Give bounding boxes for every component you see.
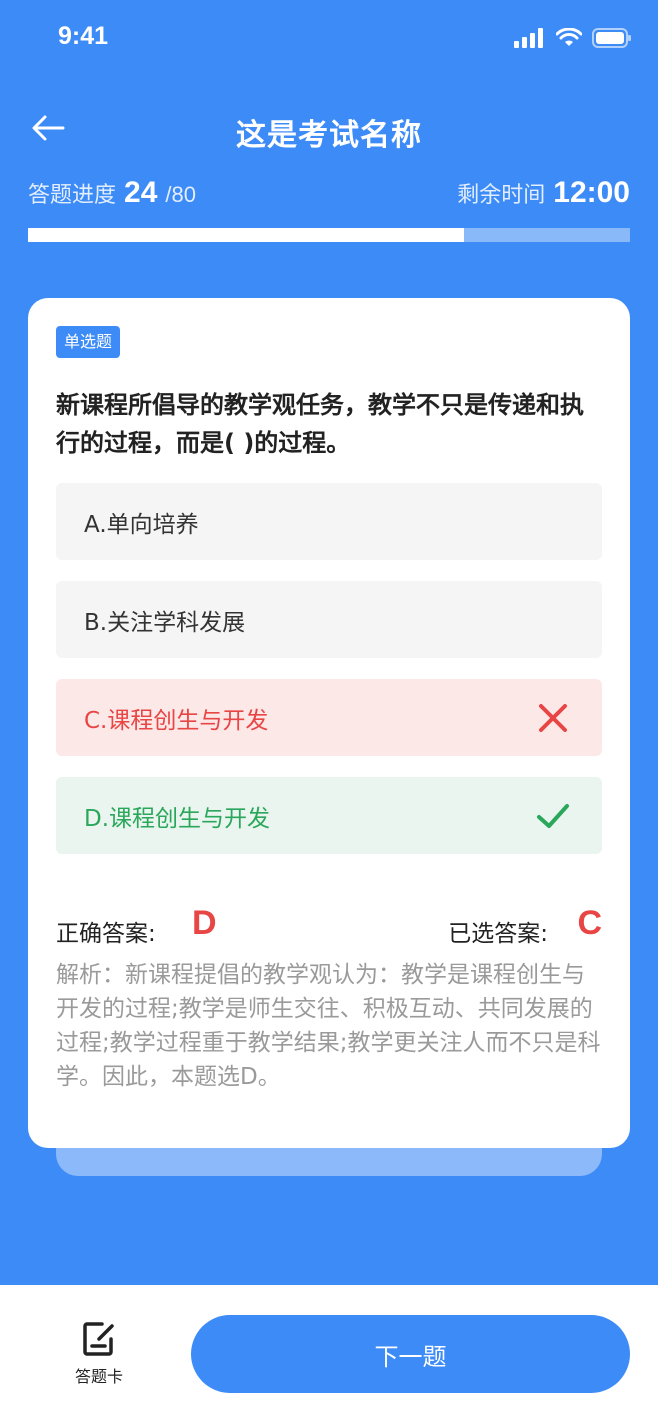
answer-card-button[interactable]: 答题卡 xyxy=(60,1321,138,1391)
option-b[interactable]: B.关注学科发展 xyxy=(56,581,602,658)
correct-answer-label: 正确答案: xyxy=(56,921,156,947)
check-icon xyxy=(537,804,569,828)
option-a[interactable]: A.单向培养 xyxy=(56,483,602,560)
progress-total: /80 xyxy=(165,182,196,207)
progress-bar-fill xyxy=(28,228,465,242)
option-c[interactable]: C.课程创生与开发 xyxy=(56,679,602,756)
answer-card-label: 答题卡 xyxy=(74,1367,123,1386)
status-icons xyxy=(514,28,632,48)
option-label: A.单向培养 xyxy=(84,511,199,538)
close-icon xyxy=(539,704,567,732)
question-type-badge: 单选题 xyxy=(56,326,121,358)
status-time: 9:41 xyxy=(58,22,109,50)
selected-answer-label: 已选答案: xyxy=(448,921,548,947)
edit-card-icon xyxy=(83,1322,114,1356)
correct-answer-value: D xyxy=(192,904,217,942)
analysis-text: 解析：新课程提倡的教学观认为：教学是课程创生与开发的过程;教学是师生交往、积极互… xyxy=(56,962,601,1090)
option-label: B.关注学科发展 xyxy=(84,609,246,636)
next-question-button[interactable]: 下一题 xyxy=(191,1315,630,1393)
status-bar: 9:41 xyxy=(0,0,658,80)
option-label: C.课程创生与开发 xyxy=(84,707,269,734)
progress-info: 答题进度 24 /80 xyxy=(28,176,196,210)
progress-label: 答题进度 xyxy=(28,183,117,208)
page-title: 这是考试名称 xyxy=(236,118,422,153)
timer-info: 剩余时间 12:00 xyxy=(457,176,630,210)
timer-label: 剩余时间 xyxy=(457,183,546,208)
progress-bar xyxy=(28,228,630,242)
progress-current: 24 xyxy=(124,176,158,209)
timer-value: 12:00 xyxy=(553,176,630,209)
option-label: D.课程创生与开发 xyxy=(84,805,271,832)
signal-icon xyxy=(514,28,543,48)
next-question-label: 下一题 xyxy=(374,1342,447,1371)
question-text: 新课程所倡导的教学观任务，教学不只是传递和执行的过程，而是( )的过程。 xyxy=(56,391,584,457)
answer-row: 正确答案: D 已选答案: C xyxy=(56,904,602,952)
wifi-icon xyxy=(556,28,582,46)
selected-answer-value: C xyxy=(577,904,602,942)
option-d[interactable]: D.课程创生与开发 xyxy=(56,777,602,854)
battery-icon xyxy=(592,28,631,48)
question-card: 单选题 新课程所倡导的教学观任务，教学不只是传递和执行的过程，而是( )的过程。… xyxy=(28,298,630,1148)
bottom-bar: 答题卡 下一题 xyxy=(0,1285,658,1425)
